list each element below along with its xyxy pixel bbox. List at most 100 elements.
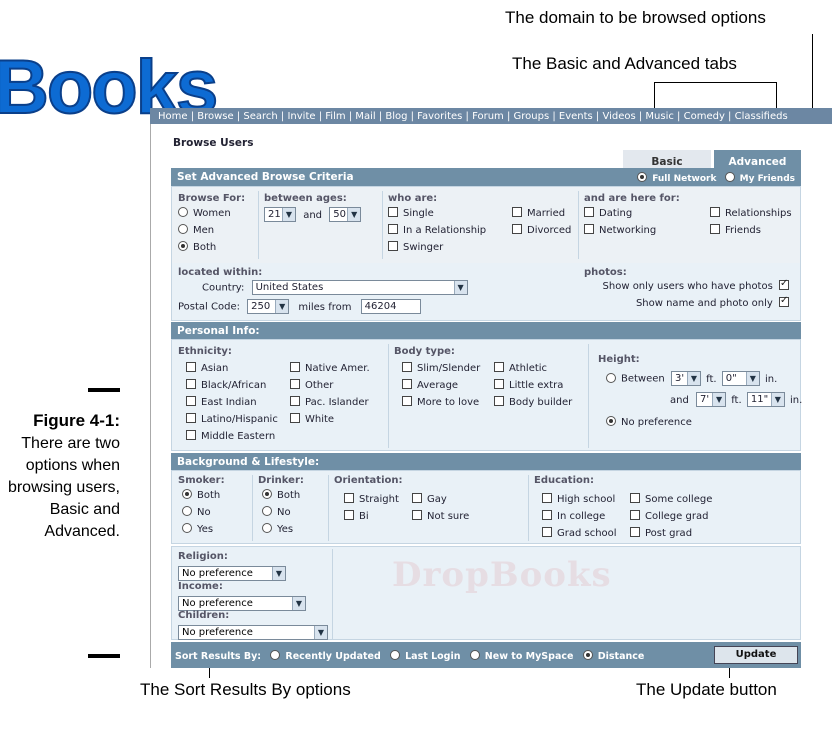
not-sure-checkbox[interactable] (412, 510, 422, 520)
sort-new-radio[interactable] (469, 650, 480, 660)
height-min-in-select[interactable]: 0" ▼ (721, 371, 760, 386)
age-max-select[interactable]: 50 ▼ (329, 207, 362, 222)
relationships-checkbox[interactable] (710, 207, 720, 217)
network-full-radio[interactable] (637, 172, 648, 182)
drinker-both-radio[interactable] (262, 489, 272, 499)
grad-school-checkbox[interactable] (542, 527, 552, 537)
single-checkbox[interactable] (388, 207, 398, 217)
located-label: located within: (178, 267, 263, 278)
married-checkbox[interactable] (512, 207, 522, 217)
bi-checkbox[interactable] (344, 510, 354, 520)
age-min-select[interactable]: 21 ▼ (264, 207, 296, 222)
latino-checkbox[interactable] (186, 413, 196, 423)
height-no-pref-radio[interactable] (606, 416, 616, 426)
lifestyle-selects-body: DropBooks Religion: No preference ▼ Incom… (171, 546, 801, 640)
height-and: and (670, 394, 689, 406)
networking-checkbox[interactable] (584, 224, 594, 234)
gay-checkbox[interactable] (412, 493, 422, 503)
height-max-ft-select[interactable]: 7' ▼ (696, 392, 727, 407)
browse-women-radio[interactable] (178, 207, 188, 217)
photos-label: photos: (584, 267, 627, 278)
criteria-title: Set Advanced Browse Criteria (177, 171, 354, 183)
criteria-body: Browse For: Women Men Both between ages:… (171, 186, 801, 321)
asian-checkbox[interactable] (186, 362, 196, 372)
relationship-checkbox[interactable] (388, 224, 398, 234)
in-college-checkbox[interactable] (542, 510, 552, 520)
who-are-label: who are: (388, 193, 438, 204)
dating-checkbox[interactable] (584, 207, 594, 217)
figure-rule-top-thin (0, 386, 88, 387)
figure-rule-top (88, 388, 120, 392)
figure-caption: Figure 4-1: There are two options when b… (0, 410, 120, 543)
income-label: Income: (178, 581, 223, 592)
height-min-ft-select[interactable]: 3' ▼ (670, 371, 701, 386)
criteria-header: Set Advanced Browse Criteria Full Networ… (171, 168, 801, 186)
smoker-both-radio[interactable] (182, 489, 192, 499)
straight-checkbox[interactable] (344, 493, 354, 503)
more-to-love-checkbox[interactable] (402, 396, 412, 406)
figure-rule-bottom (88, 654, 120, 658)
smoker-label: Smoker: (178, 475, 225, 486)
only-photos-checkbox[interactable] (779, 278, 789, 290)
sort-distance-label: Distance (597, 651, 645, 662)
sort-recent-radio[interactable] (270, 650, 281, 660)
country-select[interactable]: United States ▼ (251, 280, 468, 295)
network-full-label: Full Network (652, 174, 717, 184)
athletic-checkbox[interactable] (494, 362, 504, 372)
friends-checkbox[interactable] (710, 224, 720, 234)
distance-select[interactable]: 250 ▼ (247, 299, 290, 314)
divorced-checkbox[interactable] (512, 224, 522, 234)
postal-code-input[interactable]: 46204 (360, 299, 421, 314)
religion-select[interactable]: No preference ▼ (178, 566, 286, 581)
post-grad-checkbox[interactable] (630, 527, 640, 537)
east-indian-checkbox[interactable] (186, 396, 196, 406)
here-for-label: and are here for: (584, 193, 680, 204)
smoker-yes-radio[interactable] (182, 523, 192, 533)
sort-recent-label: Recently Updated (285, 651, 381, 662)
orientation-label: Orientation: (334, 475, 403, 486)
update-button[interactable]: Update (714, 646, 798, 664)
tab-advanced[interactable]: Advanced (714, 150, 801, 168)
middle-eastern-checkbox[interactable] (186, 430, 196, 440)
height-no-pref-label: No preference (621, 417, 692, 428)
sort-new-label: New to MySpace (484, 651, 574, 662)
children-select[interactable]: No preference ▼ (178, 625, 328, 640)
browse-panel: Browse Users Basic Advanced Set Advanced… (150, 124, 832, 668)
native-amer-checkbox[interactable] (290, 362, 300, 372)
some-college-checkbox[interactable] (630, 493, 640, 503)
network-friends-radio[interactable] (724, 172, 735, 182)
sort-bar: Sort Results By: Recently Updated Last L… (171, 642, 801, 668)
pac-islander-checkbox[interactable] (290, 396, 300, 406)
browse-men-radio[interactable] (178, 224, 188, 234)
sort-distance-radio[interactable] (582, 650, 593, 660)
swinger-checkbox[interactable] (388, 241, 398, 251)
body-builder-checkbox[interactable] (494, 396, 504, 406)
site-nav-bar[interactable]: Home | Browse | Search | Invite | Film |… (150, 108, 832, 124)
little-extra-checkbox[interactable] (494, 379, 504, 389)
height-max-in-select[interactable]: 11" ▼ (746, 392, 785, 407)
slim-checkbox[interactable] (402, 362, 412, 372)
personal-body: Ethnicity: Asian Black/African East Indi… (171, 339, 802, 451)
other-ethnicity-checkbox[interactable] (290, 379, 300, 389)
sort-label: Sort Results By: (175, 651, 262, 662)
height-between-radio[interactable] (606, 372, 616, 383)
height-label: Height: (598, 354, 640, 365)
callout-tabs: The Basic and Advanced tabs (512, 54, 737, 73)
page-title: Browse Users (173, 137, 254, 149)
white-checkbox[interactable] (290, 413, 300, 423)
tab-basic[interactable]: Basic (623, 150, 711, 168)
sort-last-login-radio[interactable] (390, 650, 401, 660)
college-grad-checkbox[interactable] (630, 510, 640, 520)
callout-sort-options: The Sort Results By options (140, 680, 351, 699)
browse-women-label: Women (193, 208, 231, 219)
income-select[interactable]: No preference ▼ (178, 596, 306, 611)
drinker-yes-radio[interactable] (262, 523, 272, 533)
high-school-checkbox[interactable] (542, 493, 552, 503)
ages-label: between ages: (264, 193, 347, 204)
black-african-checkbox[interactable] (186, 379, 196, 389)
average-checkbox[interactable] (402, 379, 412, 389)
drinker-no-radio[interactable] (262, 506, 272, 516)
smoker-no-radio[interactable] (182, 506, 192, 516)
name-photo-checkbox[interactable] (779, 295, 789, 307)
browse-both-radio[interactable] (178, 241, 188, 251)
